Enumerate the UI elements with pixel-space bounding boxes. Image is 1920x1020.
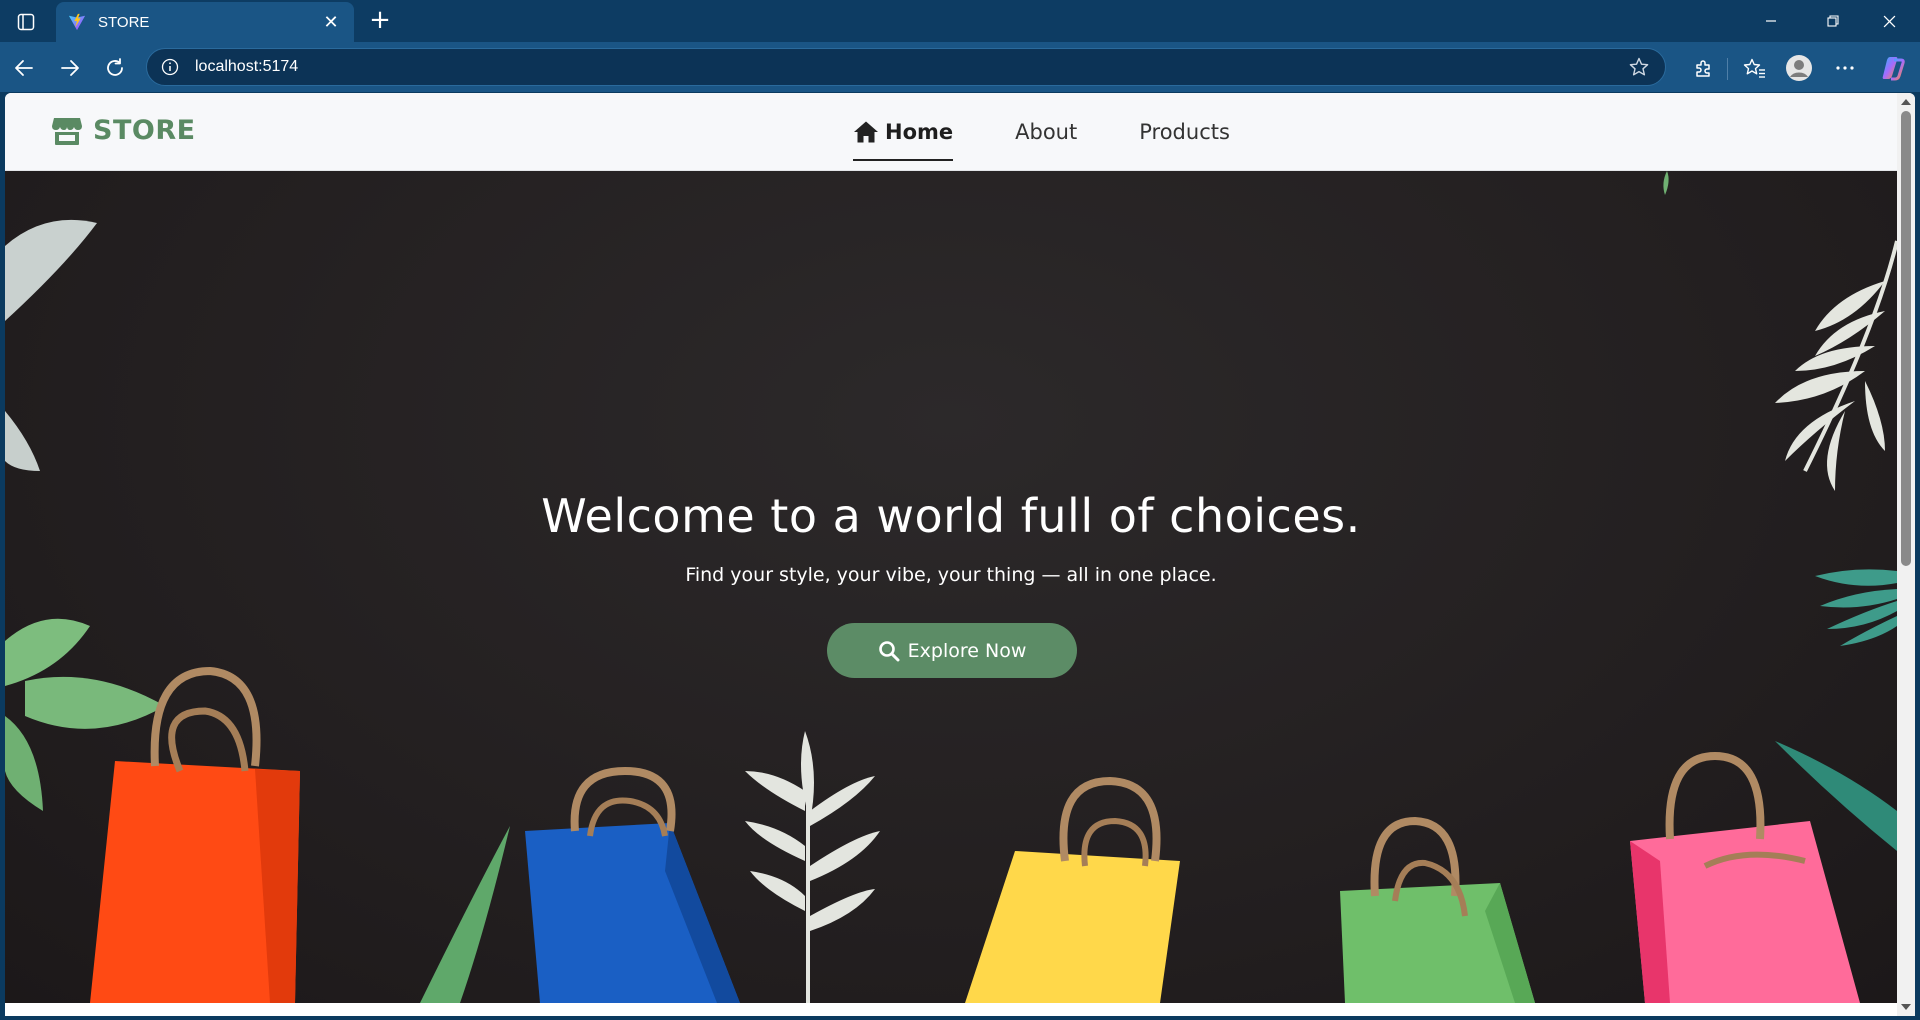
scroll-up-arrow[interactable] (1901, 99, 1911, 105)
nav-products[interactable]: Products (1139, 93, 1230, 171)
minimize-button[interactable] (1748, 6, 1794, 36)
restore-button[interactable] (1810, 6, 1856, 36)
store-icon (52, 117, 82, 145)
nav-home-label: Home (885, 120, 954, 144)
address-url[interactable]: localhost:5174 (195, 58, 1627, 76)
forward-button[interactable] (54, 52, 86, 84)
hero-subtitle: Find your style, your vibe, your thing —… (685, 564, 1217, 586)
bag-blue (525, 766, 740, 1003)
forward-arrow-icon (61, 60, 79, 76)
toolbar-separator (1727, 58, 1728, 80)
bag-yellow (965, 776, 1180, 1003)
settings-menu-button[interactable] (1829, 52, 1861, 84)
back-button[interactable] (8, 52, 40, 84)
scroll-thumb[interactable] (1901, 111, 1911, 566)
browser-tab[interactable]: STORE ✕ (56, 2, 354, 42)
nav-about[interactable]: About (1015, 93, 1077, 171)
minimize-icon (1766, 20, 1776, 22)
brand-name: STORE (93, 115, 196, 146)
tab-close-button[interactable]: ✕ (320, 12, 342, 33)
brand-logo[interactable]: STORE (51, 115, 196, 146)
close-icon (1883, 15, 1895, 27)
star-icon (1629, 57, 1649, 76)
profile-button[interactable] (1783, 52, 1815, 84)
puzzle-icon (1696, 60, 1710, 77)
favorite-button[interactable] (1627, 55, 1651, 79)
favorites-button[interactable] (1739, 52, 1771, 84)
explore-now-label: Explore Now (907, 639, 1027, 662)
bag-green (1340, 816, 1535, 1003)
back-arrow-icon (15, 60, 33, 76)
page-scrollbar[interactable] (1897, 93, 1915, 1016)
hero-section: Welcome to a world full of choices. Find… (5, 171, 1897, 1003)
bag-pink (1630, 751, 1860, 1003)
scroll-down-arrow[interactable] (1901, 1004, 1911, 1010)
copilot-icon (1882, 57, 1905, 81)
avatar (1786, 55, 1812, 81)
favorites-icon (1743, 58, 1765, 78)
address-bar[interactable]: localhost:5174 (146, 48, 1666, 86)
tab-actions-icon (17, 13, 35, 31)
explore-now-button[interactable]: Explore Now (827, 623, 1077, 678)
new-tab-button[interactable]: + (364, 6, 396, 36)
tab-title: STORE (98, 13, 150, 31)
home-icon (854, 121, 878, 143)
close-window-button[interactable] (1866, 6, 1912, 36)
nav-products-label: Products (1139, 120, 1230, 144)
browser-titlebar: STORE ✕ + (0, 0, 1920, 42)
nav-about-label: About (1015, 120, 1078, 144)
browser-toolbar: localhost:5174 (0, 42, 1920, 92)
nav-home[interactable]: Home (853, 93, 954, 171)
more-icon (1836, 66, 1854, 70)
refresh-icon (107, 58, 123, 76)
site-navbar: STORE Home About Products (5, 93, 1897, 171)
copilot-button[interactable] (1877, 52, 1909, 84)
site-info-icon[interactable] (161, 58, 179, 76)
hero-background-image (5, 171, 1897, 1003)
main-nav: Home About Products (853, 93, 1230, 171)
extensions-button[interactable] (1688, 52, 1720, 84)
hero-title: Welcome to a world full of choices. (541, 489, 1361, 543)
search-icon (878, 640, 900, 661)
page-viewport: STORE Home About Products Welcome to a w… (5, 93, 1915, 1016)
vite-icon (68, 13, 86, 31)
tab-actions-button[interactable] (10, 8, 42, 36)
restore-icon (1827, 15, 1839, 27)
refresh-button[interactable] (99, 52, 131, 84)
